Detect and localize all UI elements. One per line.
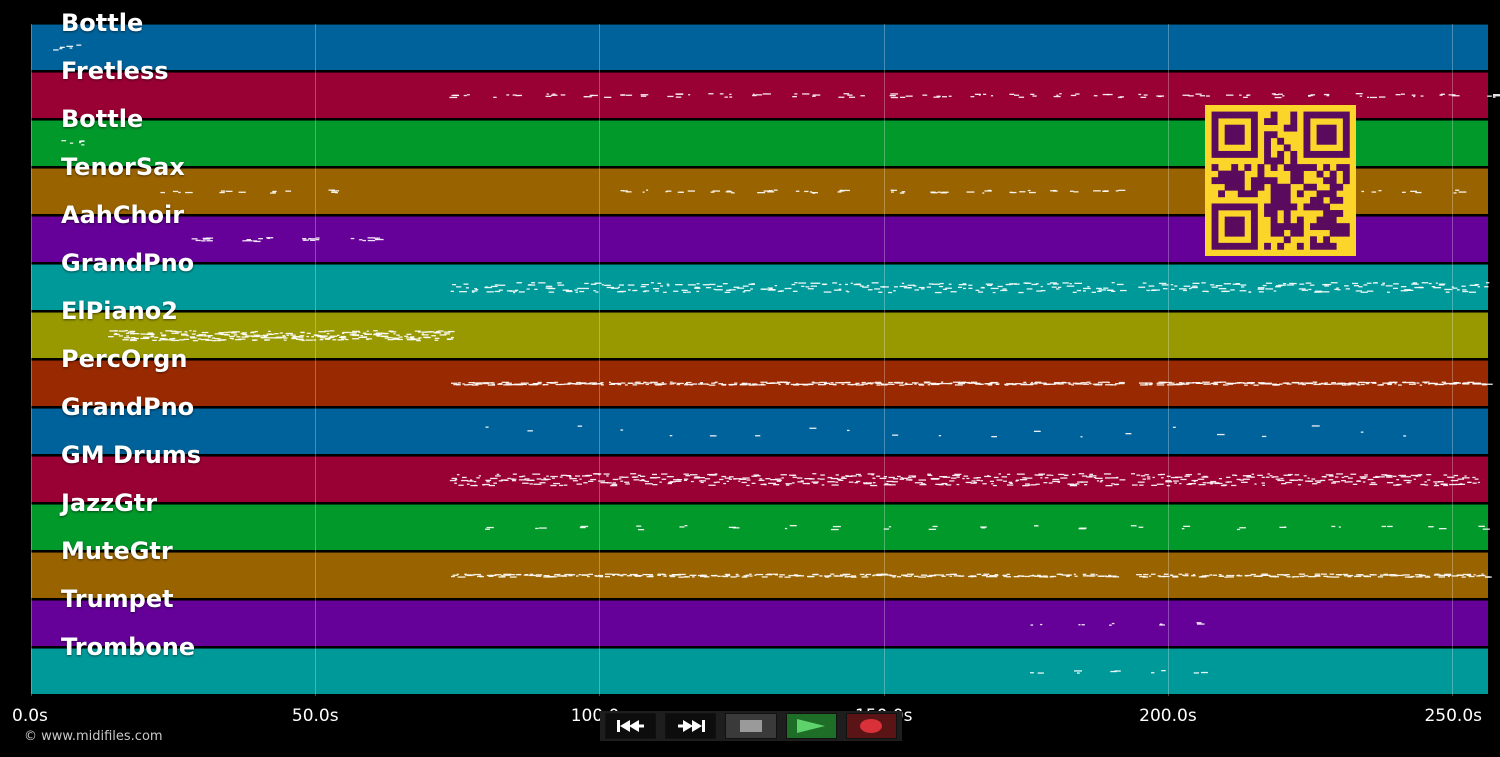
time-tick-label: 50.0s xyxy=(291,706,339,726)
rewind-button[interactable] xyxy=(605,713,657,739)
track-name: TenorSax xyxy=(61,153,185,181)
track-name: AahChoir xyxy=(61,201,185,229)
stop-button[interactable] xyxy=(725,713,777,739)
note-mark xyxy=(1493,94,1500,96)
track-name: ElPiano2 xyxy=(61,297,178,325)
track-lane[interactable] xyxy=(31,552,1488,598)
copyright-text: © www.midifiles.com xyxy=(24,729,163,744)
track-name: GrandPno xyxy=(61,393,195,421)
track-name: PercOrgn xyxy=(61,345,188,373)
track-name: JazzGtr xyxy=(61,489,158,517)
note-mark xyxy=(1492,95,1500,97)
track-lane[interactable] xyxy=(31,24,1488,70)
play-icon xyxy=(797,719,826,733)
note-mark xyxy=(1492,96,1496,98)
track-name: Trombone xyxy=(61,633,196,661)
fast-forward-button[interactable] xyxy=(665,713,717,739)
record-icon xyxy=(860,719,883,733)
track-name: MuteGtr xyxy=(61,537,173,565)
time-tick-label: 0.0s xyxy=(12,706,48,726)
track-name: Trumpet xyxy=(61,585,174,613)
transport-controls xyxy=(600,711,902,741)
track-lane[interactable] xyxy=(31,456,1488,502)
qr-code-icon[interactable] xyxy=(1205,105,1356,256)
track-name: GM Drums xyxy=(61,441,202,469)
rewind-icon xyxy=(616,720,644,732)
track-lane[interactable] xyxy=(31,312,1488,358)
time-tick-label: 200.0s xyxy=(1139,706,1197,726)
stop-icon xyxy=(740,720,762,732)
track-name: Fretless xyxy=(61,57,169,85)
track-name: GrandPno xyxy=(61,249,195,277)
track-lane[interactable] xyxy=(31,504,1488,550)
record-button[interactable] xyxy=(845,713,898,739)
track-lane[interactable] xyxy=(31,600,1488,646)
fast-forward-icon xyxy=(677,720,705,732)
time-tick-label: 250.0s xyxy=(1424,706,1482,726)
track-name: Bottle xyxy=(61,105,144,133)
track-name: Bottle xyxy=(61,9,144,37)
track-lane[interactable] xyxy=(31,360,1488,406)
track-lane[interactable] xyxy=(31,648,1488,694)
track-lane[interactable] xyxy=(31,264,1488,310)
play-button[interactable] xyxy=(785,713,837,739)
track-lane[interactable] xyxy=(31,408,1488,454)
